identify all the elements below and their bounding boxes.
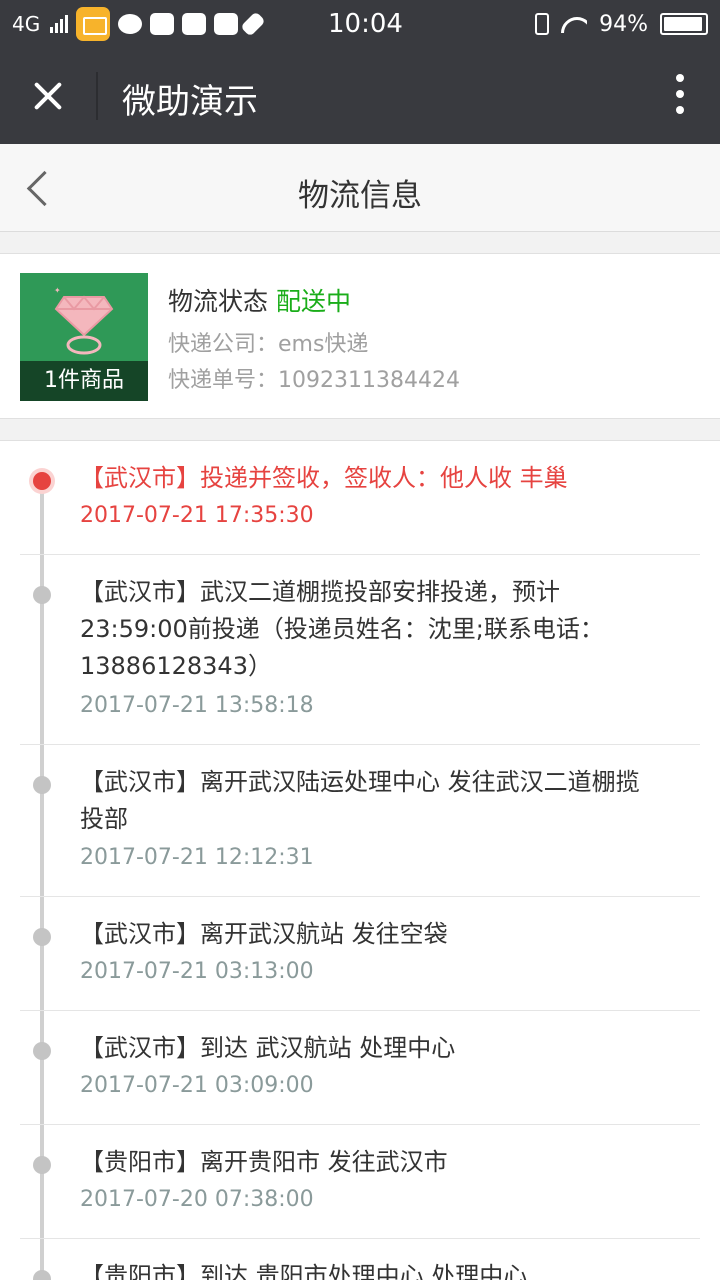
timeline-entry: 【武汉市】到达 武汉航站 处理中心 2017-07-21 03:09:00 xyxy=(0,1011,720,1125)
timeline-entry: 【武汉市】武汉二道棚揽投部安排投递，预计23:59:00前投递（投递员姓名：沈里… xyxy=(0,555,720,745)
timeline-dot xyxy=(33,928,51,946)
shipping-status-label: 物流状态 xyxy=(168,287,269,316)
product-thumbnail[interactable]: ✦ 1件商品 xyxy=(20,273,148,401)
timeline-entry-time: 2017-07-21 03:09:00 xyxy=(80,1073,314,1098)
timeline-entry: 【武汉市】离开武汉陆运处理中心 发往武汉二道棚揽投部 2017-07-21 12… xyxy=(0,745,720,897)
status-bar: 4G 10:04 94% xyxy=(0,0,720,48)
timeline-entry-time: 2017-07-21 17:35:30 xyxy=(80,503,314,528)
timeline-entry-text: 【武汉市】武汉二道棚揽投部安排投递，预计23:59:00前投递（投递员姓名：沈里… xyxy=(80,578,604,680)
timeline-entry-time: 2017-07-21 03:13:00 xyxy=(80,959,314,984)
timeline-entry-text: 【武汉市】离开武汉陆运处理中心 发往武汉二道棚揽投部 xyxy=(80,768,640,833)
battery-percent: 94% xyxy=(599,11,648,37)
bag-icon xyxy=(182,13,207,35)
chat-bubble-icon xyxy=(118,14,143,34)
svg-text:✦: ✦ xyxy=(54,287,61,295)
bag-icon xyxy=(150,13,175,35)
timeline-dot xyxy=(33,1042,51,1060)
clock: 10:04 xyxy=(328,9,403,39)
timeline-entry: 【贵阳市】到达 贵阳市处理中心 处理中心 xyxy=(0,1239,720,1280)
vibrate-icon xyxy=(535,13,550,35)
tracking-number: 快递单号：1092311384424 xyxy=(168,368,460,393)
timeline-entry-time: 2017-07-20 07:38:00 xyxy=(80,1187,314,1212)
battery-icon xyxy=(660,13,708,35)
close-button[interactable] xyxy=(20,68,76,124)
status-right: 94% xyxy=(535,8,708,40)
titlebar-divider xyxy=(96,72,98,120)
tracking-timeline[interactable]: 【武汉市】投递并签收，签收人：他人收 丰巢 2017-07-21 17:35:3… xyxy=(0,440,720,1280)
page-header: 物流信息 xyxy=(0,144,720,232)
shipping-status-value: 配送中 xyxy=(276,287,352,316)
brush-icon xyxy=(240,11,266,37)
item-count-badge: 1件商品 xyxy=(20,361,148,401)
timeline-dot xyxy=(33,586,51,604)
timeline-entry-text: 【武汉市】投递并签收，签收人：他人收 丰巢 xyxy=(80,464,568,492)
courier-company: 快递公司：ems快递 xyxy=(168,332,369,357)
page-title: 物流信息 xyxy=(298,178,422,214)
app-title: 微助演示 xyxy=(122,82,258,122)
shipping-status: 物流状态 配送中 xyxy=(168,282,351,318)
app-titlebar: 微助演示 xyxy=(0,48,720,144)
timeline-entry-text: 【武汉市】到达 武汉航站 处理中心 xyxy=(80,1034,456,1062)
wifi-icon xyxy=(561,15,587,33)
timeline-dot xyxy=(33,776,51,794)
network-label: 4G xyxy=(12,12,41,36)
diamond-ring-icon: ✦ xyxy=(54,287,114,355)
order-summary-card[interactable]: ✦ 1件商品 物流状态 配送中 快递公司：ems快递 快递单号：109231138… xyxy=(0,253,720,419)
timeline-entry-time: 2017-07-21 13:58:18 xyxy=(80,693,314,718)
timeline-entry-text: 【贵阳市】离开贵阳市 发往武汉市 xyxy=(80,1148,448,1176)
timeline-entry: 【武汉市】离开武汉航站 发往空袋 2017-07-21 03:13:00 xyxy=(0,897,720,1011)
more-menu-button[interactable] xyxy=(668,74,692,118)
timeline-entry: 【贵阳市】离开贵阳市 发往武汉市 2017-07-20 07:38:00 xyxy=(0,1125,720,1239)
timeline-dot-active xyxy=(33,472,51,490)
camera-icon xyxy=(214,13,239,35)
timeline-entry-time: 2017-07-21 12:12:31 xyxy=(80,845,314,870)
timeline-entry: 【武汉市】投递并签收，签收人：他人收 丰巢 2017-07-21 17:35:3… xyxy=(0,441,720,555)
status-left: 4G xyxy=(12,7,266,41)
timeline-dot xyxy=(33,1270,51,1280)
timeline-entry-text: 【贵阳市】到达 贵阳市处理中心 处理中心 xyxy=(80,1262,528,1280)
mail-app-icon xyxy=(76,7,111,41)
battery-fill xyxy=(664,17,702,31)
timeline-dot xyxy=(33,1156,51,1174)
timeline-entry-text: 【武汉市】离开武汉航站 发往空袋 xyxy=(80,920,448,948)
signal-icon xyxy=(50,15,69,33)
